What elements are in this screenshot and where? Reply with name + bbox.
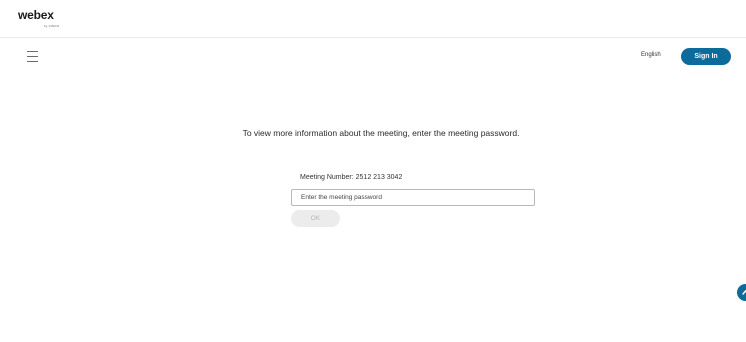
language-selector[interactable]: English bbox=[641, 52, 661, 58]
sign-in-button[interactable]: Sign In bbox=[681, 48, 731, 65]
page: webex by CISCO English Sign In To view m… bbox=[0, 0, 746, 342]
password-prompt-text: To view more information about the meeti… bbox=[242, 128, 520, 138]
webex-logo[interactable]: webex by CISCO bbox=[18, 8, 59, 28]
ok-button[interactable]: OK bbox=[291, 210, 340, 227]
nav-bar: English Sign In bbox=[0, 38, 746, 78]
logo-subtitle: by CISCO bbox=[44, 24, 60, 28]
meeting-number: Meeting Number: 2512 213 3042 bbox=[300, 174, 403, 181]
hamburger-menu-icon[interactable] bbox=[27, 51, 39, 62]
brand-bar: webex by CISCO bbox=[0, 0, 746, 38]
meeting-password-input[interactable] bbox=[291, 189, 535, 206]
help-arrow-icon bbox=[742, 289, 746, 295]
logo-wordmark: webex bbox=[18, 8, 54, 22]
help-button[interactable] bbox=[737, 284, 746, 301]
